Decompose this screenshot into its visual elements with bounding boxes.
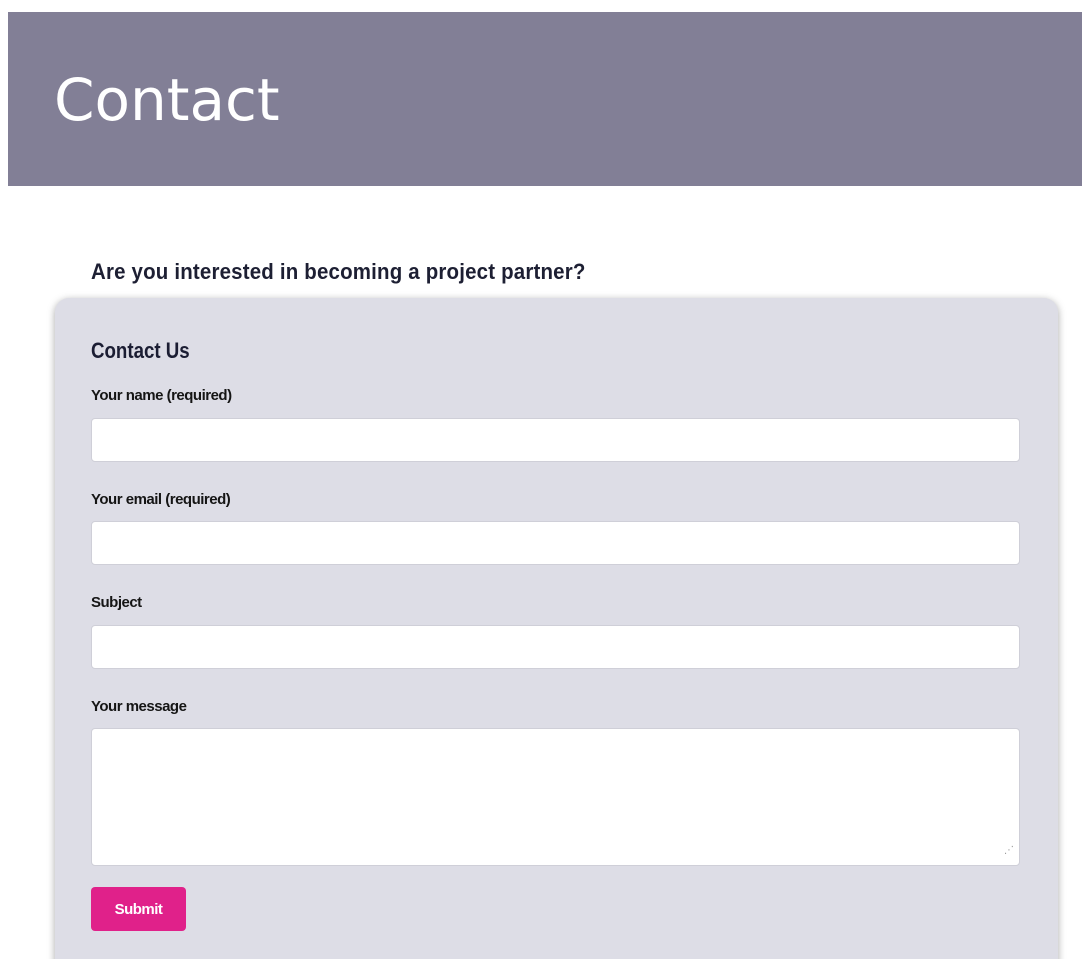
page-title: Contact [54, 66, 280, 134]
page-header: Contact [8, 12, 1082, 186]
email-label: Your email (required) [91, 491, 231, 508]
subject-label: Subject [91, 594, 142, 611]
name-label: Your name (required) [91, 387, 232, 404]
message-label: Your message [91, 698, 187, 715]
email-input[interactable] [91, 521, 1020, 565]
form-title: Contact Us [91, 338, 190, 363]
name-input[interactable] [91, 418, 1020, 462]
intro-heading: Are you interested in becoming a project… [91, 259, 586, 284]
submit-button[interactable]: Submit [91, 887, 186, 931]
subject-input[interactable] [91, 625, 1020, 669]
contact-form: Contact Us Your name (required) Your ema… [55, 298, 1058, 959]
resize-grip-icon[interactable]: ⋰ [996, 842, 1014, 860]
message-textarea[interactable] [91, 728, 1020, 866]
